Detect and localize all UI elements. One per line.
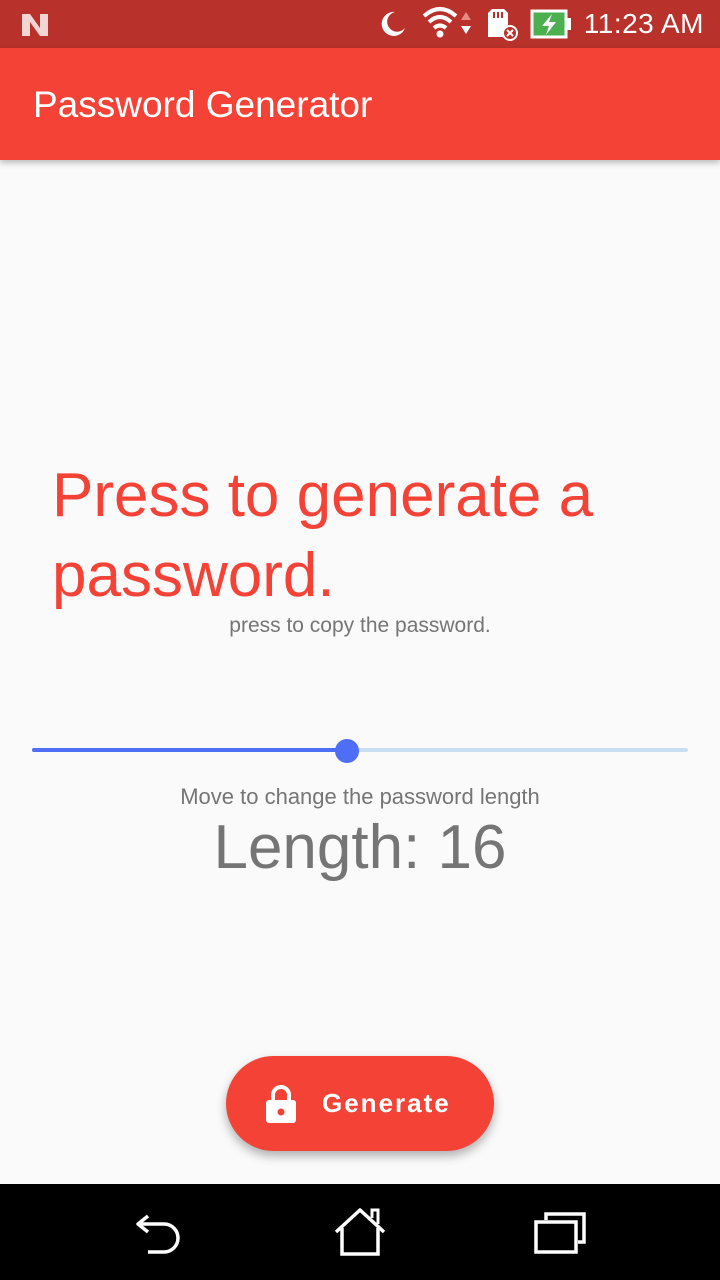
n-logo-icon: [22, 14, 48, 36]
password-display[interactable]: Press to generate a password.: [52, 456, 692, 616]
sd-card-icon: [487, 9, 518, 41]
home-icon[interactable]: [332, 1206, 388, 1258]
recents-icon[interactable]: [532, 1210, 588, 1256]
slider-thumb[interactable]: [335, 739, 359, 763]
generate-button[interactable]: Generate: [226, 1056, 494, 1151]
navigation-bar: [0, 1184, 720, 1280]
length-slider[interactable]: [32, 735, 688, 765]
wifi-icon: [422, 7, 471, 38]
slider-hint: Move to change the password length: [180, 784, 540, 809]
status-bar: 11:23 AM: [0, 0, 720, 48]
length-label: Length: 16: [213, 813, 507, 882]
lock-icon: [266, 1085, 296, 1123]
status-icons: 11:23 AM: [378, 0, 704, 48]
battery-charging-icon: [530, 9, 571, 39]
generate-button-label: Generate: [322, 1088, 451, 1118]
main-content: Press to generate a password. press to c…: [0, 160, 720, 1184]
back-icon[interactable]: [134, 1208, 186, 1256]
page-title: Password Generator: [33, 84, 373, 125]
copy-hint: press to copy the password.: [229, 614, 491, 637]
clock: 11:23 AM: [583, 8, 704, 39]
app-bar: Password Generator: [0, 48, 720, 160]
slider-track-active[interactable]: [32, 748, 347, 752]
moon-icon: [381, 11, 405, 36]
